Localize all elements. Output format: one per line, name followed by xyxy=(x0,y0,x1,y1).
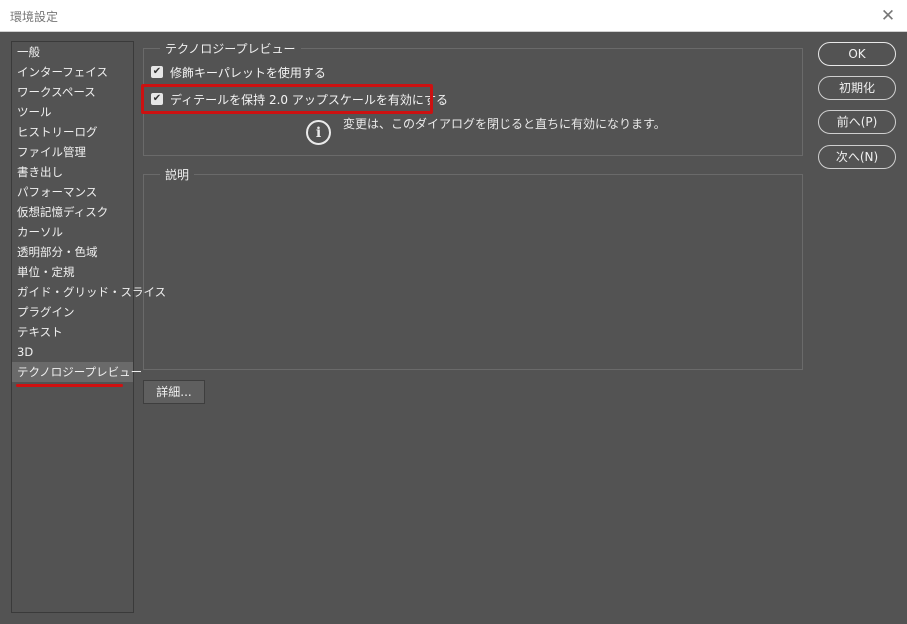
sidebar-item-performance[interactable]: パフォーマンス xyxy=(12,182,133,202)
sidebar-item-general[interactable]: 一般 xyxy=(12,42,133,62)
description-legend: 説明 xyxy=(160,166,195,183)
reset-button[interactable]: 初期化 xyxy=(818,76,896,100)
sidebar-item-transparency-gamut[interactable]: 透明部分・色域 xyxy=(12,242,133,262)
sidebar: 一般 インターフェイス ワークスペース ツール ヒストリーログ ファイル管理 書… xyxy=(11,41,166,613)
title-bar: 環境設定 ✕ xyxy=(0,0,907,32)
info-icon: i xyxy=(306,120,331,145)
modifier-palette-label: 修飾キーパレットを使用する xyxy=(170,65,326,80)
next-button[interactable]: 次へ(N) xyxy=(818,145,896,169)
modifier-palette-option[interactable]: ✔ 修飾キーパレットを使用する xyxy=(151,63,326,81)
sidebar-item-units-rulers[interactable]: 単位・定規 xyxy=(12,262,133,282)
sidebar-item-tools[interactable]: ツール xyxy=(12,102,133,122)
sidebar-item-3d[interactable]: 3D xyxy=(12,342,133,362)
sidebar-item-interface[interactable]: インターフェイス xyxy=(12,62,133,82)
sidebar-item-type[interactable]: テキスト xyxy=(12,322,133,342)
modifier-palette-checkbox[interactable]: ✔ xyxy=(151,66,163,78)
sidebar-item-export[interactable]: 書き出し xyxy=(12,162,133,182)
description-group xyxy=(143,174,803,370)
sidebar-item-file-handling[interactable]: ファイル管理 xyxy=(12,142,133,162)
details-button[interactable]: 詳細... xyxy=(143,380,205,404)
red-highlight-box xyxy=(141,84,433,114)
sidebar-item-plugins[interactable]: プラグイン xyxy=(12,302,133,322)
sidebar-item-workspace[interactable]: ワークスペース xyxy=(12,82,133,102)
sidebar-item-cursors[interactable]: カーソル xyxy=(12,222,133,242)
info-message: 変更は、このダイアログを閉じると直ちに有効になります。 xyxy=(343,117,666,131)
window-title: 環境設定 xyxy=(10,10,59,24)
sidebar-item-technology-previews[interactable]: テクノロジープレビュー xyxy=(12,362,142,382)
sidebar-item-guides-grid-slices[interactable]: ガイド・グリッド・スライス xyxy=(12,282,166,302)
ok-button[interactable]: OK xyxy=(818,42,896,66)
prev-button[interactable]: 前へ(P) xyxy=(818,110,896,134)
sidebar-item-history-log[interactable]: ヒストリーログ xyxy=(12,122,133,142)
tech-preview-legend: テクノロジープレビュー xyxy=(160,40,301,57)
close-icon[interactable]: ✕ xyxy=(877,5,899,27)
red-underline-annotation xyxy=(16,384,123,387)
sidebar-item-scratch-disks[interactable]: 仮想記憶ディスク xyxy=(12,202,133,222)
